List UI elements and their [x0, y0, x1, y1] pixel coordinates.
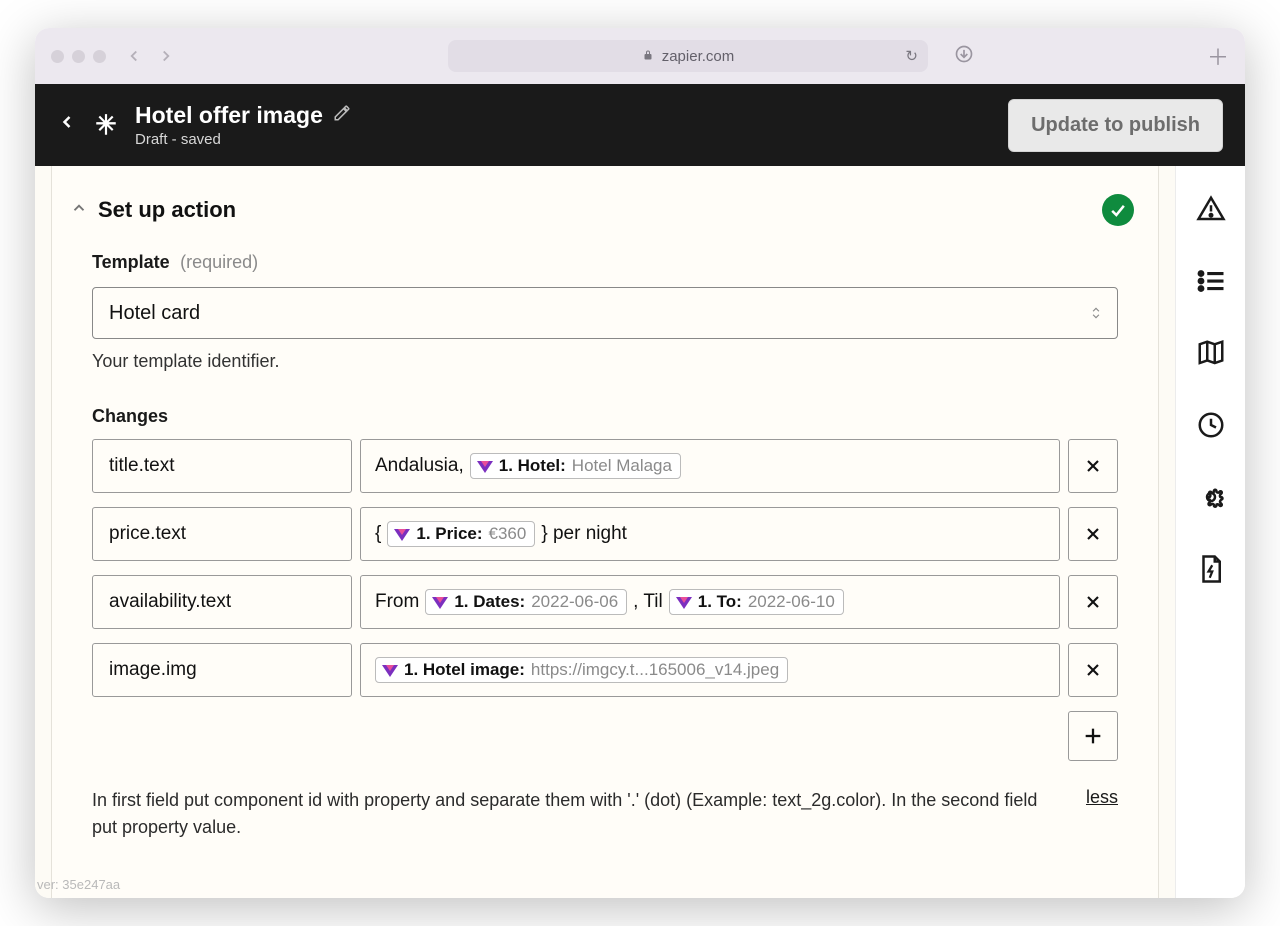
reload-icon[interactable]: ↻ [905, 47, 918, 65]
nav-forward-icon[interactable] [156, 46, 176, 66]
change-key-text: image.img [109, 659, 197, 681]
remove-row-button[interactable] [1068, 643, 1118, 697]
nav-back-icon[interactable] [124, 46, 144, 66]
url-bar[interactable]: zapier.com ↻ [448, 40, 928, 72]
value-mid: , Til [633, 591, 663, 613]
app-header: Hotel offer image Draft - saved Update t… [35, 84, 1245, 166]
gear-icon[interactable] [1196, 482, 1226, 512]
lock-icon [642, 49, 654, 64]
browser-chrome: zapier.com ↻ ＋ [35, 28, 1245, 84]
clock-icon[interactable] [1196, 410, 1226, 440]
template-required: (required) [180, 252, 258, 272]
new-tab-icon[interactable]: ＋ [1207, 40, 1229, 72]
pill-app-icon [394, 526, 410, 542]
change-key-input[interactable]: availability.text [92, 575, 352, 629]
pill-label: 1. Dates: [454, 592, 525, 612]
right-rail [1175, 166, 1245, 898]
pill-label: 1. Hotel image: [404, 660, 525, 680]
add-row-button[interactable] [1068, 711, 1118, 761]
title-block: Hotel offer image Draft - saved [135, 102, 351, 148]
data-pill[interactable]: 1. Dates: 2022-06-06 [425, 589, 627, 615]
body-area: Set up action Template (required) Hotel … [35, 166, 1245, 898]
template-label: Template [92, 252, 170, 272]
publish-button[interactable]: Update to publish [1008, 99, 1223, 152]
version-tag: ver: 35e247aa [37, 877, 120, 892]
template-label-row: Template (required) [92, 252, 1118, 273]
section-header[interactable]: Set up action [52, 166, 1158, 244]
minimize-dot[interactable] [72, 50, 85, 63]
pill-value: https://imgcy.t...165006_v14.jpeg [531, 660, 779, 680]
zoom-dot[interactable] [93, 50, 106, 63]
url-text: zapier.com [662, 48, 735, 65]
change-value-input[interactable]: From 1. Dates: 2022-06-06 , Til 1. To: [360, 575, 1060, 629]
window-frame: zapier.com ↻ ＋ Hotel offer image Draft -… [35, 28, 1245, 898]
section-title: Set up action [98, 197, 236, 223]
data-pill[interactable]: 1. Hotel: Hotel Malaga [470, 453, 681, 479]
change-key-input[interactable]: image.img [92, 643, 352, 697]
change-value-input[interactable]: 1. Hotel image: https://imgcy.t...165006… [360, 643, 1060, 697]
change-value-input[interactable]: Andalusia, 1. Hotel: Hotel Malaga [360, 439, 1060, 493]
change-row: availability.text From 1. Dates: 2022-06… [92, 575, 1118, 629]
alert-icon[interactable] [1196, 194, 1226, 224]
pill-value: €360 [489, 524, 527, 544]
check-badge-icon [1102, 194, 1134, 226]
edit-title-icon[interactable] [333, 104, 351, 127]
template-value: Hotel card [109, 302, 200, 325]
data-pill[interactable]: 1. To: 2022-06-10 [669, 589, 844, 615]
pill-label: 1. To: [698, 592, 742, 612]
chevron-up-icon [70, 199, 88, 222]
change-key-text: title.text [109, 455, 174, 477]
changes-help-row: In first field put component id with pro… [92, 787, 1118, 841]
pill-label: 1. Price: [416, 524, 482, 544]
remove-row-button[interactable] [1068, 439, 1118, 493]
back-button[interactable] [57, 112, 77, 138]
zap-title[interactable]: Hotel offer image [135, 102, 323, 129]
data-pill[interactable]: 1. Hotel image: https://imgcy.t...165006… [375, 657, 788, 683]
pill-app-icon [477, 458, 493, 474]
downloads-icon[interactable] [954, 44, 974, 69]
add-row-container [92, 711, 1118, 761]
change-key-text: availability.text [109, 591, 231, 613]
pill-value: Hotel Malaga [572, 456, 672, 476]
changes-help-text: In first field put component id with pro… [92, 787, 1066, 841]
form-body: Template (required) Hotel card Your temp… [52, 244, 1158, 841]
changes-rows: title.text Andalusia, 1. Hotel: Hotel Ma… [92, 439, 1118, 697]
window-controls [51, 50, 106, 63]
value-prefix: { [375, 523, 381, 545]
close-dot[interactable] [51, 50, 64, 63]
step-card: Set up action Template (required) Hotel … [51, 166, 1159, 898]
changes-label: Changes [92, 406, 1118, 427]
template-select[interactable]: Hotel card [92, 287, 1118, 339]
zapier-logo-icon [93, 112, 119, 138]
pill-app-icon [676, 594, 692, 610]
change-row: image.img 1. Hotel image: https://imgcy.… [92, 643, 1118, 697]
remove-row-button[interactable] [1068, 575, 1118, 629]
file-bolt-icon[interactable] [1196, 554, 1226, 584]
canvas-column: Set up action Template (required) Hotel … [35, 166, 1175, 898]
value-prefix: From [375, 591, 419, 613]
pill-app-icon [432, 594, 448, 610]
pill-label: 1. Hotel: [499, 456, 566, 476]
pill-value: 2022-06-06 [531, 592, 618, 612]
template-helper: Your template identifier. [92, 351, 1118, 372]
map-icon[interactable] [1196, 338, 1226, 368]
pill-value: 2022-06-10 [748, 592, 835, 612]
change-key-input[interactable]: price.text [92, 507, 352, 561]
value-prefix: Andalusia, [375, 455, 464, 477]
value-suffix: } per night [541, 523, 627, 545]
data-pill[interactable]: 1. Price: €360 [387, 521, 535, 547]
less-link[interactable]: less [1086, 787, 1118, 808]
change-key-text: price.text [109, 523, 186, 545]
change-key-input[interactable]: title.text [92, 439, 352, 493]
pill-app-icon [382, 662, 398, 678]
zap-status: Draft - saved [135, 131, 351, 148]
list-icon[interactable] [1196, 266, 1226, 296]
change-value-input[interactable]: { 1. Price: €360 } per night [360, 507, 1060, 561]
change-row: title.text Andalusia, 1. Hotel: Hotel Ma… [92, 439, 1118, 493]
select-arrows-icon [1089, 304, 1103, 322]
change-row: price.text { 1. Price: €360 } per night [92, 507, 1118, 561]
remove-row-button[interactable] [1068, 507, 1118, 561]
